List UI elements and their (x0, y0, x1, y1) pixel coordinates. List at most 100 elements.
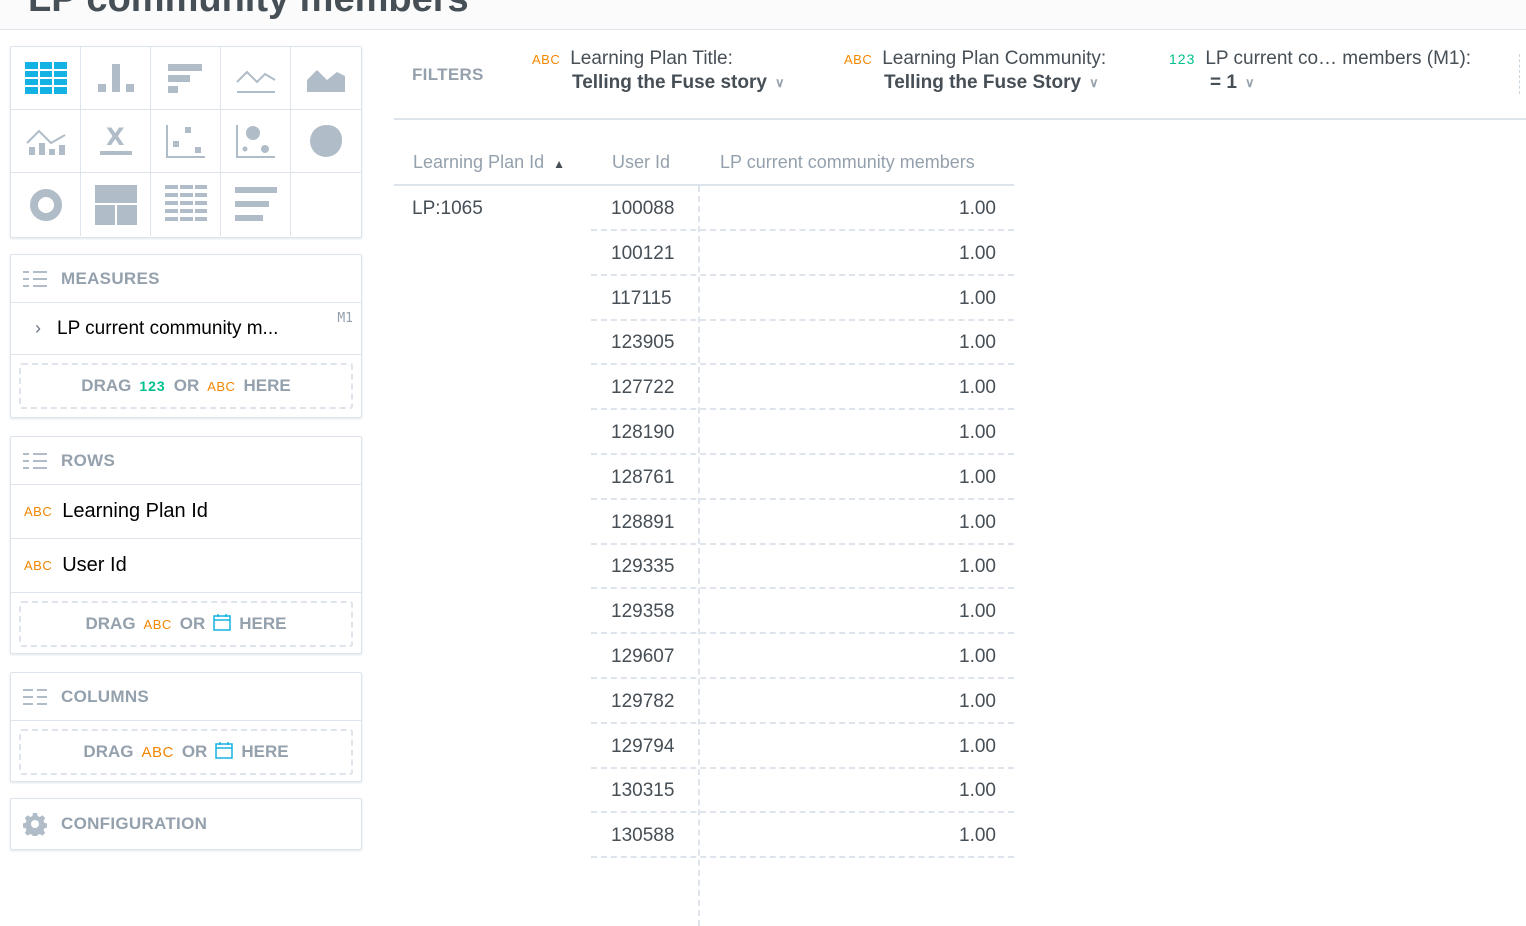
column-header-lp-current-community-members[interactable]: LP current community members (720, 152, 975, 173)
table-cell-value: 1.00 (959, 422, 996, 443)
configuration-header[interactable]: CONFIGURATION (11, 799, 361, 849)
columns-title: COLUMNS (61, 686, 150, 706)
table-cell-user-id: 129358 (611, 601, 675, 623)
measure-item[interactable]: › LP current community m... M1 (11, 303, 361, 355)
table-row: 129358 1.00 (394, 589, 1014, 635)
table-cell-user-id: 100088 (611, 198, 675, 219)
rows-icon (23, 452, 47, 469)
attribute-type-icon: ABC (24, 558, 53, 573)
columns-drop-zone[interactable]: DRAG ABC OR HERE (19, 729, 353, 775)
table-row: 128891 1.00 (394, 500, 1014, 545)
sort-ascending-icon[interactable]: ▲ (553, 157, 565, 171)
empty-cell (291, 173, 361, 236)
area-chart-icon[interactable] (291, 47, 361, 110)
bullet-icon[interactable] (221, 173, 291, 236)
drop-or-text: OR (181, 742, 208, 761)
combo-chart-icon[interactable] (11, 110, 81, 173)
rows-header: ROWS (11, 437, 361, 485)
table-header: Learning Plan Id ▲ User Id LP current co… (394, 138, 1014, 186)
table-cell-user-id: 128761 (611, 466, 675, 488)
drop-drag-text: DRAG (83, 742, 134, 761)
scatter-icon[interactable] (151, 110, 221, 173)
attribute-type-icon: ABC (532, 51, 561, 67)
numeric-type-icon: 123 (1169, 51, 1196, 67)
svg-text:X: X (106, 123, 125, 151)
measures-drop-zone[interactable]: DRAG 123 OR ABC HERE (19, 363, 353, 409)
configuration-section[interactable]: CONFIGURATION (10, 798, 362, 850)
table-row: 123905 1.00 (394, 320, 1014, 366)
drop-or-text: OR (179, 614, 206, 633)
column-header-learning-plan-id[interactable]: Learning Plan Id ▲ (413, 152, 565, 173)
gear-icon (23, 812, 47, 836)
donut-icon[interactable] (11, 173, 81, 236)
measure-id: M1 (337, 311, 353, 326)
drop-drag-text: DRAG (85, 614, 136, 633)
chevron-down-icon: ∨ (1089, 75, 1099, 90)
filter-learning-plan-community[interactable]: ABC Learning Plan Community: Telling the … (844, 48, 1106, 94)
row-divider (591, 856, 1014, 859)
table-cell-user-id: 127722 (611, 377, 675, 399)
attribute-type-icon: ABC (141, 743, 174, 761)
table-cell-user-id: 123905 (611, 332, 675, 354)
bar-horizontal-icon[interactable] (151, 47, 221, 110)
measure-label: LP current community m... (57, 317, 279, 339)
table-row: 129794 1.00 (394, 724, 1014, 769)
treemap-icon[interactable] (81, 173, 151, 236)
page-header: LP community members (0, 0, 1526, 30)
table-cell-value: 1.00 (959, 735, 996, 757)
filter-divider (1519, 54, 1520, 94)
headline-icon[interactable]: X (81, 110, 151, 173)
rows-title: ROWS (61, 450, 116, 470)
drop-here-text: HERE (241, 742, 289, 761)
filter-lp-current-community-members[interactable]: 123 LP current co… members (M1): = 1 ∨ (1169, 48, 1471, 94)
list-icon (23, 270, 47, 287)
rows-drop-zone[interactable]: DRAG ABC OR HERE (19, 601, 353, 647)
row-item-user-id[interactable]: ABC User Id (11, 539, 361, 593)
drop-here-text: HERE (243, 376, 291, 395)
measures-section: MEASURES › LP current community m... M1 … (10, 254, 362, 418)
row-item-learning-plan-id[interactable]: ABC Learning Plan Id (11, 485, 361, 539)
table-cell-user-id: 130588 (611, 825, 675, 847)
table-cell-value: 1.00 (959, 332, 996, 354)
table-cell-user-id: 129794 (611, 735, 675, 757)
line-chart-icon[interactable] (221, 47, 291, 110)
heatmap-icon[interactable] (151, 173, 221, 236)
bar-chart-icon[interactable] (81, 47, 151, 110)
table-cell-user-id: 128190 (611, 422, 675, 443)
drop-drag-text: DRAG (81, 376, 132, 395)
drop-or-text: OR (173, 376, 200, 395)
attribute-type-icon: ABC (24, 504, 53, 519)
chevron-right-icon[interactable]: › (35, 318, 41, 339)
attribute-type-icon: ABC (207, 378, 236, 394)
page-title[interactable]: LP community members (28, 0, 469, 21)
table-row: 100088 1.00 (394, 186, 1014, 231)
chevron-down-icon: ∨ (1244, 75, 1255, 90)
table-icon[interactable] (11, 47, 81, 110)
bubble-icon[interactable] (221, 110, 291, 173)
chevron-down-icon: ∨ (774, 75, 785, 90)
filter-learning-plan-title[interactable]: ABC Learning Plan Title: Telling the Fuse… (532, 48, 784, 94)
table-cell-value: 1.00 (959, 780, 996, 802)
filter-value: = 1 (1210, 72, 1237, 93)
table-row: 127722 1.00 (394, 365, 1014, 411)
filter-bar: FILTERS ABC Learning Plan Title: Telling … (394, 30, 1526, 120)
table-cell-user-id: 100121 (611, 242, 675, 264)
filter-title: LP current co… members (M1): (1205, 48, 1472, 69)
numeric-type-icon: 123 (139, 378, 166, 394)
table-cell-value: 1.00 (959, 825, 996, 847)
column-header-user-id[interactable]: User Id (612, 152, 670, 173)
table-cell-user-id: 129335 (611, 556, 675, 578)
table-cell-value: 1.00 (959, 601, 996, 623)
filter-title: Learning Plan Title: (570, 48, 733, 69)
table-cell-value: 1.00 (959, 556, 996, 578)
table-row: 130315 1.00 (394, 768, 1014, 814)
table-row: 129335 1.00 (394, 544, 1014, 590)
pie-icon[interactable] (291, 110, 361, 173)
table-row: 129607 1.00 (394, 634, 1014, 679)
measures-title: MEASURES (61, 268, 160, 288)
columns-header: COLUMNS (11, 673, 361, 721)
columns-icon (23, 688, 47, 705)
filter-value: Telling the Fuse Story (884, 72, 1082, 93)
column-header-label: Learning Plan Id (413, 152, 545, 172)
columns-section: COLUMNS DRAG ABC OR HERE (10, 672, 362, 782)
